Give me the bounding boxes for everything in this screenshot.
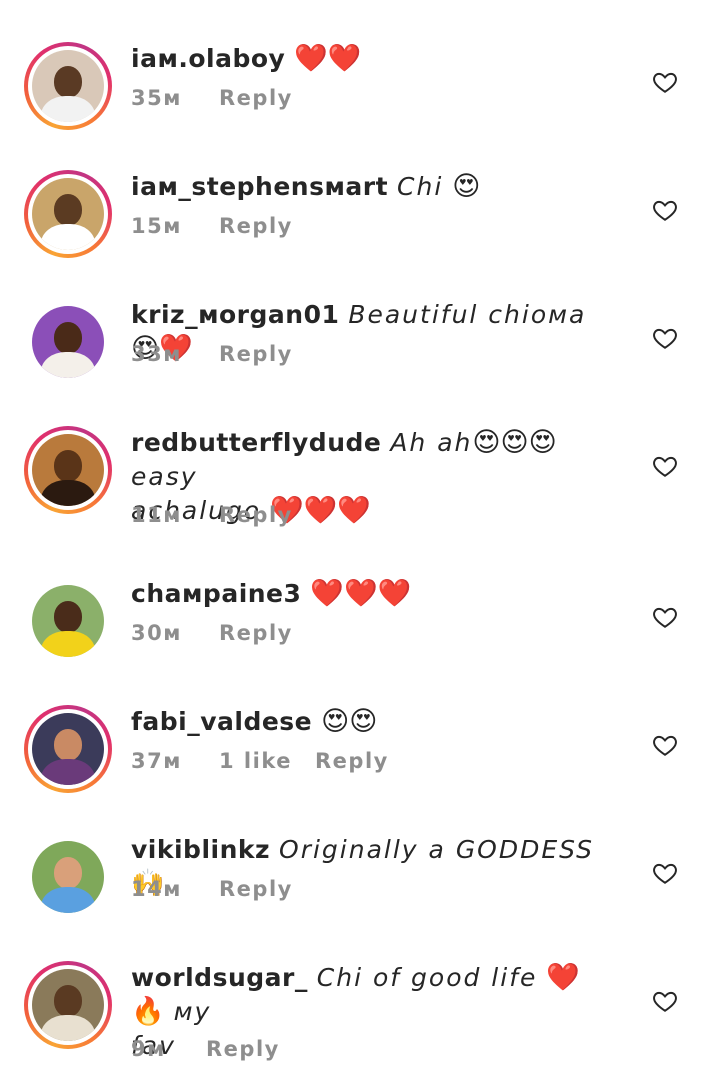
avatar-photo bbox=[32, 306, 104, 378]
heart-outline-icon bbox=[653, 735, 677, 756]
heart-outline-icon bbox=[653, 991, 677, 1012]
comment-text: Originally a GODDESS bbox=[279, 835, 595, 864]
like-button[interactable] bbox=[652, 453, 678, 479]
reply-button[interactable]: Reply bbox=[315, 749, 389, 773]
comment-username[interactable]: redbutterflydude bbox=[131, 428, 381, 457]
comment-emoji: 😍 bbox=[452, 171, 481, 202]
comment-time: 15м bbox=[131, 214, 182, 238]
comment-time: 14м bbox=[131, 877, 182, 901]
heart-outline-icon bbox=[653, 72, 677, 93]
comment-username[interactable]: iaм.olaboy bbox=[131, 44, 285, 73]
avatar[interactable] bbox=[24, 705, 112, 793]
comment-text-continued: мy bbox=[173, 997, 212, 1026]
comment-username[interactable]: kriz_мorgan01 bbox=[131, 300, 339, 329]
comment-text: Ah ah bbox=[390, 428, 473, 457]
comment-username[interactable]: fabi_valdese bbox=[131, 707, 312, 736]
avatar-photo bbox=[32, 713, 104, 785]
avatar[interactable] bbox=[24, 577, 112, 665]
like-button[interactable] bbox=[652, 604, 678, 630]
avatar-photo bbox=[32, 585, 104, 657]
avatar-photo bbox=[32, 841, 104, 913]
heart-outline-icon bbox=[653, 863, 677, 884]
avatar[interactable] bbox=[24, 426, 112, 514]
avatar-photo bbox=[32, 178, 104, 250]
avatar[interactable] bbox=[24, 298, 112, 386]
comment-text: Beautiful chioмa bbox=[348, 300, 587, 329]
heart-outline-icon bbox=[653, 200, 677, 221]
comment-text: Chi of good life bbox=[316, 963, 538, 992]
reply-button[interactable]: Reply bbox=[219, 877, 293, 901]
avatar-photo bbox=[32, 969, 104, 1041]
like-button[interactable] bbox=[652, 732, 678, 758]
comment-text-continued: easy bbox=[131, 462, 198, 491]
avatar-photo bbox=[32, 434, 104, 506]
comment-emoji: ❤️❤️❤️ bbox=[310, 578, 412, 609]
like-button[interactable] bbox=[652, 860, 678, 886]
reply-button[interactable]: Reply bbox=[219, 342, 293, 366]
reply-button[interactable]: Reply bbox=[219, 86, 293, 110]
likes-count[interactable]: 1 like bbox=[219, 749, 292, 773]
comment-username[interactable]: iaм_stephensмart bbox=[131, 172, 388, 201]
avatar[interactable] bbox=[24, 42, 112, 130]
like-button[interactable] bbox=[652, 988, 678, 1014]
reply-button[interactable]: Reply bbox=[219, 503, 293, 527]
like-button[interactable] bbox=[652, 197, 678, 223]
comment-time: 37м bbox=[131, 749, 182, 773]
avatar-photo bbox=[32, 50, 104, 122]
comment-emoji: 😍😍 bbox=[321, 706, 378, 737]
comment-time: 30м bbox=[131, 621, 182, 645]
comment-username[interactable]: worldsugar_ bbox=[131, 963, 308, 992]
comment-time: 9м bbox=[131, 1037, 166, 1061]
comment-emoji: 😍😍😍 bbox=[472, 427, 557, 458]
comment-emoji: ❤️❤️ bbox=[294, 43, 362, 74]
heart-outline-icon bbox=[653, 607, 677, 628]
heart-outline-icon bbox=[653, 456, 677, 477]
comment-text: Chi bbox=[397, 172, 444, 201]
heart-outline-icon bbox=[653, 328, 677, 349]
reply-button[interactable]: Reply bbox=[219, 214, 293, 238]
avatar[interactable] bbox=[24, 961, 112, 1049]
comment-time: 11м bbox=[131, 503, 182, 527]
like-button[interactable] bbox=[652, 69, 678, 95]
comment-username[interactable]: chaмpaine3 bbox=[131, 579, 301, 608]
reply-button[interactable]: Reply bbox=[206, 1037, 280, 1061]
comment-username[interactable]: vikiblinkz bbox=[131, 835, 270, 864]
like-button[interactable] bbox=[652, 325, 678, 351]
avatar[interactable] bbox=[24, 170, 112, 258]
avatar[interactable] bbox=[24, 833, 112, 921]
comment-time: 35м bbox=[131, 86, 182, 110]
comment-time: 33м bbox=[131, 342, 182, 366]
reply-button[interactable]: Reply bbox=[219, 621, 293, 645]
